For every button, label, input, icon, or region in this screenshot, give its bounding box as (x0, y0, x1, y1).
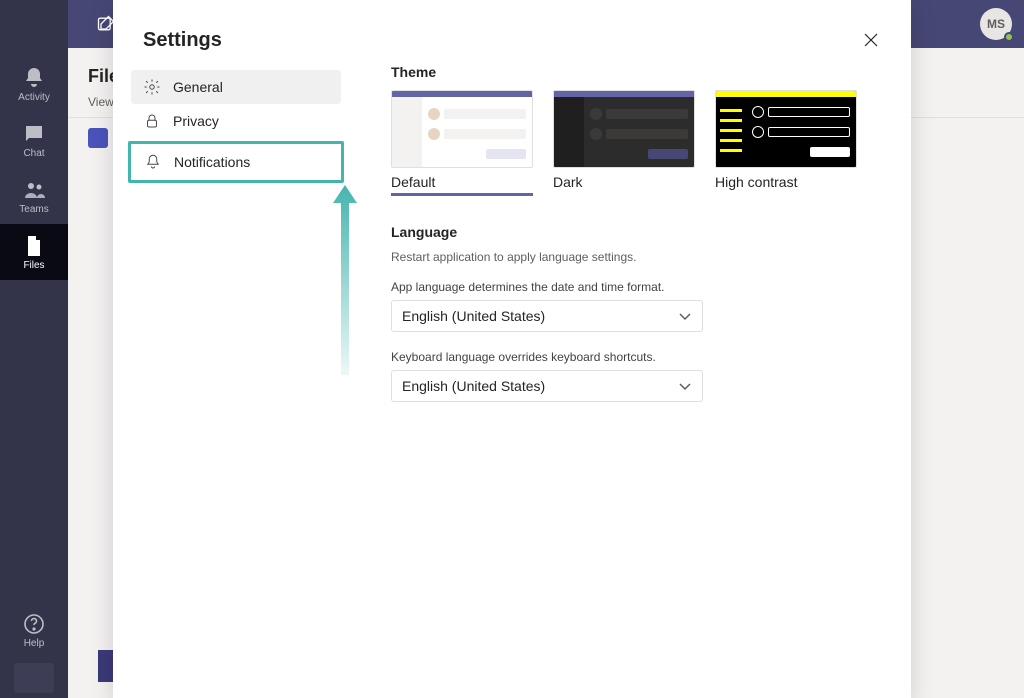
nav-label: General (173, 79, 223, 95)
lock-icon (143, 112, 161, 130)
annotation-highlight: Notifications (128, 141, 344, 183)
app-language-dropdown[interactable]: English (United States) (391, 300, 703, 332)
nav-general[interactable]: General (131, 70, 341, 104)
theme-preview-high-contrast (715, 90, 857, 168)
dropdown-value: English (United States) (402, 308, 545, 324)
dropdown-value: English (United States) (402, 378, 545, 394)
settings-nav: General Privacy Notifications (131, 64, 341, 420)
keyboard-language-note: Keyboard language overrides keyboard sho… (391, 350, 881, 364)
gear-icon (143, 78, 161, 96)
theme-dark[interactable]: Dark (553, 90, 695, 196)
theme-label: Default (391, 174, 533, 190)
modal-overlay: Settings General Privacy Notificatio (0, 0, 1024, 698)
app-language-note: App language determines the date and tim… (391, 280, 881, 294)
theme-preview-dark (553, 90, 695, 168)
keyboard-language-dropdown[interactable]: English (United States) (391, 370, 703, 402)
nav-label: Notifications (174, 154, 250, 170)
nav-label: Privacy (173, 113, 219, 129)
chevron-down-icon (678, 379, 692, 393)
close-icon (864, 33, 878, 47)
settings-title: Settings (143, 29, 222, 52)
language-heading: Language (391, 224, 881, 240)
language-restart-note: Restart application to apply language se… (391, 250, 881, 264)
theme-preview-default (391, 90, 533, 168)
settings-modal: Settings General Privacy Notificatio (113, 0, 911, 698)
theme-label: High contrast (715, 174, 857, 190)
theme-label: Dark (553, 174, 695, 190)
theme-default[interactable]: Default (391, 90, 533, 196)
nav-privacy[interactable]: Privacy (131, 104, 341, 138)
nav-notifications[interactable]: Notifications (132, 145, 340, 179)
theme-heading: Theme (391, 64, 881, 80)
theme-high-contrast[interactable]: High contrast (715, 90, 857, 196)
close-button[interactable] (859, 28, 883, 52)
bell-icon (144, 153, 162, 171)
settings-content: Theme Default (391, 64, 911, 420)
chevron-down-icon (678, 309, 692, 323)
